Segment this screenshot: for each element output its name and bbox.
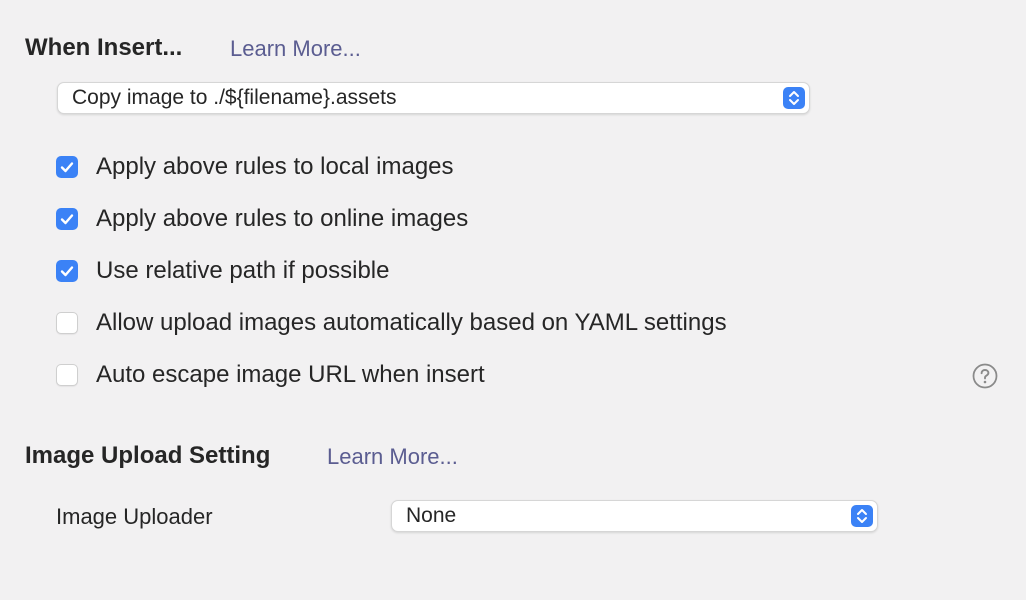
image-upload-learn-more-link[interactable]: Learn More... [327, 444, 458, 470]
question-circle-icon[interactable] [972, 363, 998, 389]
select-stepper-icon [783, 87, 805, 109]
checkbox-label: Allow upload images automatically based … [96, 309, 727, 336]
insert-action-select-value: Copy image to ./${filename}.assets [72, 86, 397, 109]
option-online-images[interactable]: Apply above rules to online images [56, 204, 468, 234]
image-uploader-select-value: None [406, 504, 457, 527]
checkbox-relative-path[interactable] [56, 260, 78, 282]
checkbox-local-images[interactable] [56, 156, 78, 178]
option-local-images[interactable]: Apply above rules to local images [56, 152, 454, 182]
select-stepper-icon [851, 505, 873, 527]
option-auto-escape-url[interactable]: Auto escape image URL when insert [56, 360, 485, 390]
image-uploader-label: Image Uploader [56, 504, 213, 529]
checkmark-icon [60, 162, 74, 173]
option-auto-upload-yaml[interactable]: Allow upload images automatically based … [56, 308, 727, 338]
checkbox-label: Apply above rules to online images [96, 205, 469, 232]
checkmark-icon [60, 266, 74, 277]
option-relative-path[interactable]: Use relative path if possible [56, 256, 389, 286]
checkbox-label: Use relative path if possible [96, 257, 390, 284]
checkbox-online-images[interactable] [56, 208, 78, 230]
image-upload-title: Image Upload Setting [25, 442, 271, 469]
when-insert-title: When Insert... [25, 34, 183, 61]
checkbox-label: Auto escape image URL when insert [96, 361, 485, 388]
when-insert-learn-more-link[interactable]: Learn More... [230, 36, 361, 62]
image-uploader-select[interactable]: None [391, 500, 878, 532]
checkbox-label: Apply above rules to local images [96, 153, 454, 180]
checkmark-icon [60, 214, 74, 225]
checkbox-auto-escape-url[interactable] [56, 364, 78, 386]
insert-action-select[interactable]: Copy image to ./${filename}.assets [57, 82, 810, 114]
checkbox-auto-upload-yaml[interactable] [56, 312, 78, 334]
